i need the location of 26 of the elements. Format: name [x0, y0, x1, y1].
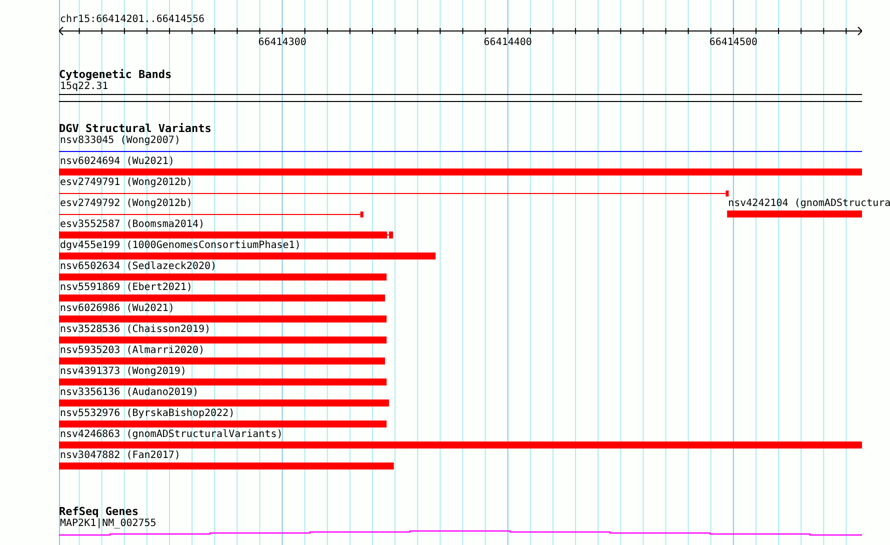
- track-title: RefSeq Genes: [59, 505, 138, 518]
- variant-label: nsv833045 (Wong2007): [59, 135, 180, 147]
- variant-label: nsv4246863 (gnomADStructuralVariants): [59, 429, 283, 441]
- variant-label: nsv6024694 (Wu2021): [59, 156, 174, 168]
- track-title: DGV Structural Variants: [59, 122, 212, 135]
- location-label: chr15:66414201..66414556: [59, 14, 204, 26]
- variant-label: nsv4391373 (Wong2019): [59, 366, 186, 378]
- ruler-tick-label: 66414400: [484, 37, 532, 48]
- track-title: Cytogenetic Bands: [59, 68, 172, 81]
- variant-label: nsv3528536 (Chaisson2019): [59, 324, 211, 336]
- ruler-tick-label: 66414500: [709, 37, 758, 48]
- variant-label: nsv5532976 (ByrskaBishop2022): [59, 408, 235, 420]
- variant-label: esv3552587 (Boomsma2014): [59, 219, 204, 231]
- variant-label: nsv3356136 (Audano2019): [59, 387, 198, 399]
- variant-label: nsv6026986 (Wu2021): [59, 303, 174, 315]
- gene-label: MAP2K1|NM_002755: [59, 518, 156, 530]
- variant-label: dgv455e199 (1000GenomesConsortiumPhase1): [59, 240, 301, 252]
- variant-label: nsv4242104 (gnomADStructura: [727, 198, 890, 210]
- ruler-tick-label: 66414300: [258, 37, 306, 48]
- variant-label: esv2749792 (Wong2012b): [59, 198, 192, 210]
- variant-label: nsv3047882 (Fan2017): [59, 450, 180, 462]
- band-label: 15q22.31: [59, 81, 108, 93]
- variant-label: esv2749791 (Wong2012b): [59, 177, 192, 189]
- variant-label: nsv5935203 (Almarri2020): [59, 345, 204, 357]
- variant-label: nsv6502634 (Sedlazeck2020): [59, 261, 217, 273]
- variant-label: nsv5591869 (Ebert2021): [59, 282, 192, 294]
